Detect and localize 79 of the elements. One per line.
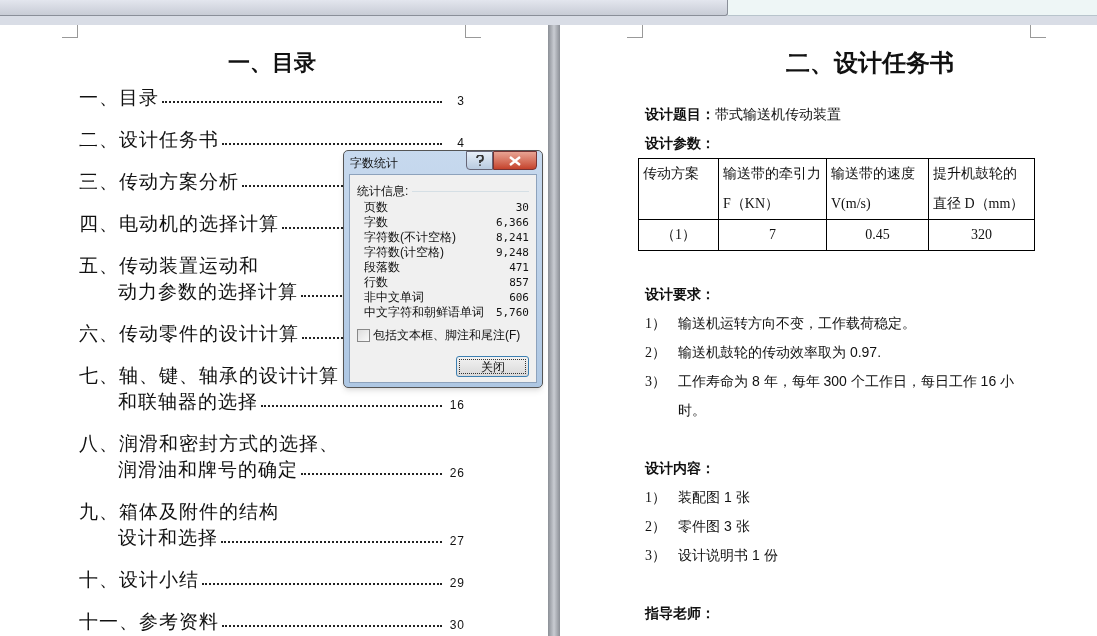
page-number: 27 bbox=[448, 533, 465, 550]
close-icon bbox=[509, 155, 521, 166]
list-number: 2） bbox=[645, 519, 666, 534]
list-number: 1） bbox=[645, 316, 666, 331]
toc-entry: 七、轴、键、轴承的设计计算 bbox=[79, 364, 339, 388]
list-number: 3） bbox=[645, 374, 666, 389]
field-label: 设计题目： bbox=[645, 105, 715, 124]
stat-value: 9,248 bbox=[495, 245, 529, 260]
table-cell: 320 bbox=[928, 219, 1035, 251]
stat-value: 6,366 bbox=[495, 215, 529, 230]
table-cell: （1） bbox=[638, 219, 719, 251]
toc-entry: 八、润滑和密封方式的选择、 bbox=[79, 432, 339, 456]
list-item-text: 输送机鼓轮的传动效率取为 0.97. bbox=[678, 343, 883, 362]
list-item-text: 零件图 3 张 bbox=[678, 517, 751, 536]
crop-mark bbox=[1030, 25, 1046, 38]
checkbox[interactable] bbox=[357, 328, 370, 342]
page-heading: 二、设计任务书 bbox=[785, 48, 955, 78]
toc-entry: 九、箱体及附件的结构 bbox=[79, 500, 279, 524]
list-item-text: 输送机运转方向不变，工作载荷稳定。 bbox=[678, 314, 917, 333]
stat-value: 857 bbox=[509, 275, 529, 290]
stat-label: 段落数 bbox=[364, 260, 400, 275]
table-header: 提升机鼓轮的直径 D（mm） bbox=[928, 158, 1035, 220]
toc-entry: 设计和选择 bbox=[118, 526, 218, 550]
table-cell: 7 bbox=[718, 219, 827, 251]
page-heading: 一、目录 bbox=[227, 49, 317, 77]
close-button[interactable] bbox=[493, 151, 537, 170]
toc-entry: 十一、参考资料 bbox=[79, 610, 219, 634]
toc-entry: 二、设计任务书 bbox=[79, 128, 219, 152]
page-number: 26 bbox=[448, 465, 465, 482]
list-item-text: 装配图 1 张 bbox=[678, 488, 751, 507]
crop-mark bbox=[465, 25, 481, 38]
stat-label: 字符数(计空格) bbox=[364, 245, 444, 260]
stat-label: 行数 bbox=[364, 275, 388, 290]
help-icon bbox=[475, 155, 484, 166]
toc-entry: 十、设计小结 bbox=[79, 568, 199, 592]
stat-label: 非中文单词 bbox=[364, 290, 424, 305]
section-heading: 设计参数： bbox=[645, 134, 716, 153]
section-heading: 设计要求： bbox=[645, 285, 716, 304]
section-heading: 指导老师： bbox=[645, 604, 716, 623]
stat-label: 字数 bbox=[364, 215, 388, 230]
list-number: 3） bbox=[645, 548, 666, 563]
toc-entry: 润滑油和牌号的确定 bbox=[118, 458, 298, 482]
crop-mark bbox=[62, 25, 78, 38]
table-header: 输送带的速度V(m/s) bbox=[826, 158, 929, 220]
list-number: 1） bbox=[645, 490, 666, 505]
checkbox-label: 包括文本框、脚注和尾注(F) bbox=[373, 327, 521, 344]
section-heading: 设计内容： bbox=[645, 459, 716, 478]
toc-entry: 六、传动零件的设计计算 bbox=[79, 322, 299, 346]
field-value: 带式输送机传动装置 bbox=[715, 105, 841, 124]
stat-value: 471 bbox=[509, 260, 529, 275]
table-header: 输送带的牵引力 F（KN） bbox=[718, 158, 827, 220]
stat-value: 30 bbox=[515, 200, 529, 215]
stat-label: 字符数(不计空格) bbox=[364, 230, 456, 245]
toc-entry: 五、传动装置运动和 bbox=[79, 254, 259, 278]
toc-entry: 和联轴器的选择 bbox=[118, 390, 258, 414]
page-number: 16 bbox=[448, 397, 465, 414]
close-button[interactable]: 关闭 bbox=[456, 356, 529, 377]
stat-value: 606 bbox=[509, 290, 529, 305]
table-header: 传动方案 bbox=[638, 158, 719, 220]
table-cell: 0.45 bbox=[826, 219, 929, 251]
list-number: 2） bbox=[645, 345, 666, 360]
list-item-text: 工作寿命为 8 年，每年 300 个工作日，每日工作 16 小时。 bbox=[678, 372, 1016, 420]
page-number: 29 bbox=[448, 575, 465, 592]
page-number: 3 bbox=[456, 93, 465, 110]
list-item-text: 设计说明书 1 份 bbox=[678, 546, 779, 565]
group-label: 统计信息: bbox=[357, 184, 409, 198]
dialog-title: 字数统计 bbox=[349, 154, 398, 172]
stat-label: 页数 bbox=[364, 200, 388, 215]
toc-entry: 一、目录 bbox=[79, 86, 159, 110]
help-button[interactable] bbox=[466, 151, 493, 170]
stat-value: 8,241 bbox=[495, 230, 529, 245]
toc-entry: 动力参数的选择计算 bbox=[118, 280, 298, 304]
stat-label: 中文字符和朝鲜语单词 bbox=[364, 305, 484, 320]
toc-entry: 三、传动方案分析 bbox=[79, 170, 239, 194]
crop-mark bbox=[627, 25, 643, 38]
page-number: 30 bbox=[448, 617, 465, 634]
stat-value: 5,760 bbox=[495, 305, 529, 320]
page-number: 4 bbox=[456, 135, 465, 152]
toc-entry: 四、电动机的选择计算 bbox=[79, 212, 279, 236]
